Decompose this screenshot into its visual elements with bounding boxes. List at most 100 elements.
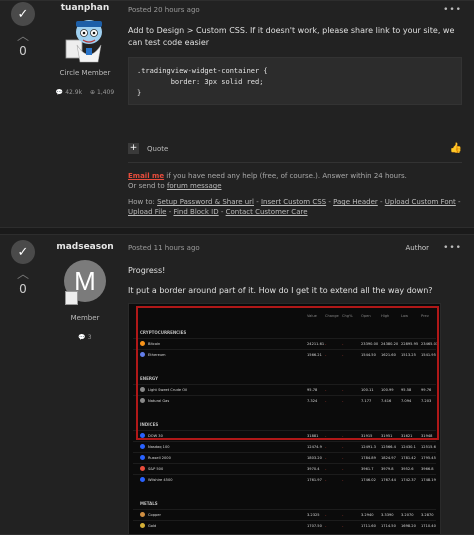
symbol-name: Wilshire 4500 [148, 478, 173, 482]
symbol-value: 3.2870 [421, 513, 434, 517]
signature: Email me if you have need any help (free… [128, 162, 462, 217]
symbol-value: - [342, 478, 344, 482]
quote-button[interactable]: Quote [147, 145, 168, 153]
symbol-icon [140, 455, 145, 460]
howto-label: How to: [128, 198, 158, 206]
symbol-value: - [325, 456, 327, 460]
reputation-icon: ⊕ [90, 89, 96, 96]
author-block: tuanphan Circle Member 💬 42.9k ⊕ 1,409 [50, 3, 120, 96]
avatar[interactable] [62, 18, 108, 66]
post-content: Posted 11 hours ago Author ••• Progress!… [128, 243, 462, 297]
author-name[interactable]: madseason [50, 242, 120, 252]
author-badge: Author [405, 244, 430, 252]
symbol-value: 3.2940 [361, 513, 374, 517]
more-options-icon[interactable]: ••• [443, 243, 462, 253]
post-timestamp[interactable]: Posted 11 hours ago [128, 244, 200, 252]
widget-row[interactable]: Nasdaq 100 12474.9- -12491.3 12566.4 12430.1… [133, 441, 436, 451]
author-name[interactable]: tuanphan [50, 3, 120, 13]
symbol-value: 12474.9 [307, 445, 322, 449]
symbol-value: 1824.97 [381, 456, 396, 460]
symbol-value: - [325, 513, 327, 517]
author-stats: 💬 3 [50, 334, 120, 341]
howto-link[interactable]: Upload Custom Font [385, 198, 456, 206]
symbol-value: - [342, 513, 344, 517]
post-tuanphan: ✓ ︿ 0 tuanphan Circle Member 💬 42.9k ⊕ 1… [0, 0, 474, 228]
howto-link[interactable]: Setup Password & Share url [157, 198, 254, 206]
author-rank: Member [70, 314, 100, 322]
red-border-box [136, 306, 439, 440]
howto-link[interactable]: Insert Custom CSS [261, 198, 326, 206]
symbol-value: 3.3390 [381, 513, 394, 517]
symbol-value: 1698.20 [401, 524, 416, 528]
symbol-value: 1710.40 [421, 524, 436, 528]
comments-icon: 💬 [55, 89, 64, 96]
widget-row[interactable]: Gold 1707.50- -1711.60 1714.50 1698.20 1710.4… [133, 520, 436, 530]
vote-widget: ✓ ︿ 0 [9, 240, 37, 296]
email-link[interactable]: Email me [128, 172, 164, 180]
symbol-icon [140, 512, 145, 517]
reputation-count: 1,409 [97, 89, 115, 96]
symbol-value: - [325, 478, 327, 482]
symbol-value: 1748.19 [421, 478, 436, 482]
symbol-value: - [325, 467, 327, 471]
post-body: Add to Design > Custom CSS. If it doesn'… [128, 26, 455, 47]
widget-row[interactable]: Russell 2000 1803.20- -1784.89 1824.97 1781.… [133, 452, 436, 462]
upvote-icon[interactable]: ︿ [9, 268, 37, 280]
symbol-value: 12515.6 [421, 445, 436, 449]
symbol-icon [140, 523, 145, 528]
howto-links: How to: Setup Password & Share url - Ins… [128, 198, 461, 216]
forum-message-link[interactable]: forum message [167, 182, 222, 190]
howto-link[interactable]: Find Block ID [173, 208, 218, 216]
symbol-value: 3961.7 [361, 467, 374, 471]
post-line-2: It put a border around part of it. How d… [128, 286, 433, 295]
tradingview-screenshot[interactable]: Value Change Chg% Open High Low Prev CRYPTOCUR… [128, 303, 441, 535]
widget-row[interactable]: S&P 500 3970.4 - - 3961.7 3979.8 3952.6 3966.8 [133, 463, 436, 473]
symbol-value: 12491.3 [361, 445, 376, 449]
symbol-name: S&P 500 [148, 467, 164, 471]
symbol-value: 1714.50 [381, 524, 396, 528]
symbol-value: 3966.8 [421, 467, 434, 471]
symbol-value: 1761.97 [307, 478, 322, 482]
upvote-icon[interactable]: ︿ [9, 30, 37, 42]
widget-row[interactable]: Wilshire 4500 1761.97- -1746.02 1767.44 1742… [133, 474, 436, 484]
widget-row[interactable]: Copper 3.2325 - - 3.2940 3.3390 3.2070 3.2870 [133, 509, 436, 519]
symbol-value: - [325, 445, 327, 449]
symbol-name: Nasdaq 100 [148, 445, 170, 449]
symbol-icon [140, 466, 145, 471]
checkmark-icon[interactable]: ✓ [11, 2, 35, 26]
sig-text: if you have need any help (free, of cour… [164, 172, 407, 180]
symbol-value: 1803.20 [307, 456, 322, 460]
more-options-icon[interactable]: ••• [443, 5, 462, 15]
post-meta: Posted 20 hours ago ••• [128, 5, 462, 15]
symbol-name: Russell 2000 [148, 456, 171, 460]
widget-section-title: METALS [140, 501, 158, 506]
symbol-value: 1781.42 [401, 456, 416, 460]
symbol-value: 1711.60 [361, 524, 376, 528]
post-actions: + Quote 👍 [128, 143, 462, 154]
howto-link[interactable]: Upload File [128, 208, 166, 216]
symbol-value: - [342, 467, 344, 471]
symbol-icon [140, 477, 145, 482]
howto-link[interactable]: Page Header [333, 198, 378, 206]
like-icon[interactable]: 👍 [450, 143, 462, 154]
multiquote-button[interactable]: + [128, 143, 139, 154]
symbol-value: - [325, 524, 327, 528]
checkmark-icon[interactable]: ✓ [11, 240, 35, 264]
symbol-value: 12566.4 [381, 445, 396, 449]
symbol-value: 3952.6 [401, 467, 414, 471]
author-block: madseason M Member 💬 3 [50, 242, 120, 341]
symbol-value: 3.2070 [401, 513, 414, 517]
avatar[interactable]: M [64, 260, 106, 305]
symbol-value: 1767.44 [381, 478, 396, 482]
vote-count: 0 [19, 282, 27, 296]
author-rank: Circle Member [59, 69, 111, 77]
member-badge-icon [65, 291, 78, 305]
symbol-value: 1707.50 [307, 524, 322, 528]
post-timestamp[interactable]: Posted 20 hours ago [128, 6, 200, 14]
sig-text-2: Or send to [128, 182, 167, 190]
symbol-value: - [342, 524, 344, 528]
symbol-name: Gold [148, 524, 157, 528]
symbol-value: 1795.45 [421, 456, 436, 460]
howto-link[interactable]: Contact Customer Care [226, 208, 308, 216]
comments-icon: 💬 [78, 334, 86, 341]
